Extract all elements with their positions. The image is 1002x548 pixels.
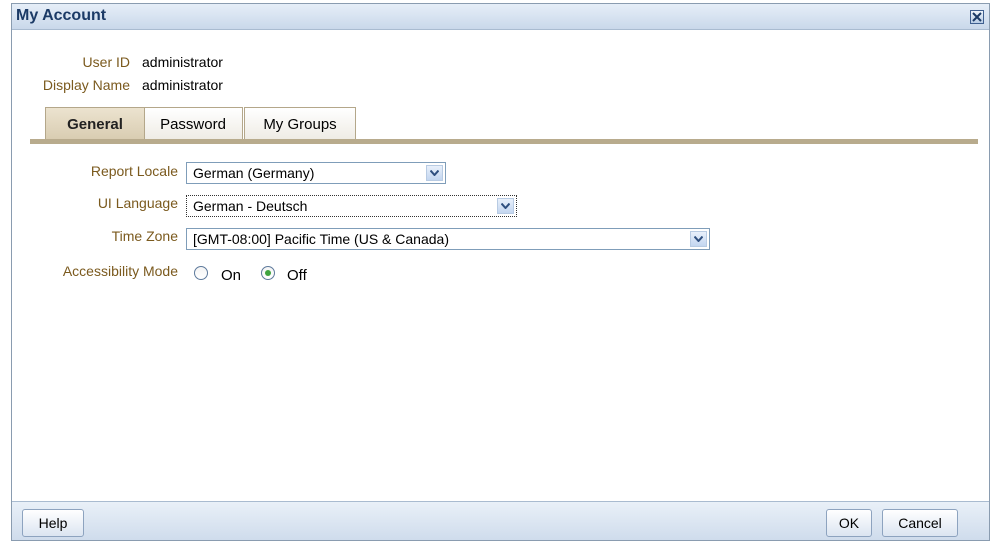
ok-button[interactable]: OK xyxy=(826,509,872,537)
display-name-label: Display Name xyxy=(42,77,130,93)
close-icon[interactable] xyxy=(970,10,984,24)
ui-language-value: German - Deutsch xyxy=(193,198,308,214)
help-button[interactable]: Help xyxy=(22,509,84,537)
cancel-button[interactable]: Cancel xyxy=(882,509,958,537)
user-id-value: administrator xyxy=(142,54,223,70)
tab-general-label: General xyxy=(67,116,123,133)
display-name-row: Display Name administrator xyxy=(12,77,412,95)
help-button-label: Help xyxy=(38,515,68,531)
chevron-down-icon[interactable] xyxy=(690,231,707,247)
my-account-dialog: My Account User ID administrator Display… xyxy=(11,3,990,541)
time-zone-value: [GMT-08:00] Pacific Time (US & Canada) xyxy=(193,231,449,247)
ui-language-select[interactable]: German - Deutsch xyxy=(186,195,517,217)
tab-password-label: Password xyxy=(160,116,226,133)
user-id-row: User ID administrator xyxy=(12,54,412,72)
report-locale-label: Report Locale xyxy=(90,163,178,179)
tab-general[interactable]: General xyxy=(45,107,145,139)
report-locale-value: German (Germany) xyxy=(193,165,315,181)
user-id-label: User ID xyxy=(82,54,130,70)
display-name-value: administrator xyxy=(142,77,223,93)
accessibility-off-radio[interactable] xyxy=(261,266,275,280)
chevron-down-icon[interactable] xyxy=(426,165,443,181)
time-zone-label: Time Zone xyxy=(111,228,178,244)
chevron-down-icon[interactable] xyxy=(497,198,514,214)
ui-language-label: UI Language xyxy=(97,195,178,211)
tab-password[interactable]: Password xyxy=(143,107,243,139)
ok-button-label: OK xyxy=(838,515,860,531)
tab-my-groups-label: My Groups xyxy=(263,116,337,133)
accessibility-on-label[interactable]: On xyxy=(221,267,241,284)
tab-my-groups[interactable]: My Groups xyxy=(244,107,356,139)
dialog-titlebar: My Account xyxy=(12,4,989,30)
report-locale-select[interactable]: German (Germany) xyxy=(186,162,446,184)
dialog-footer: Help OK Cancel xyxy=(12,501,989,540)
dialog-title: My Account xyxy=(16,7,107,24)
accessibility-mode-label: Accessibility Mode xyxy=(62,263,178,279)
accessibility-on-radio[interactable] xyxy=(194,266,208,280)
time-zone-select[interactable]: [GMT-08:00] Pacific Time (US & Canada) xyxy=(186,228,710,250)
accessibility-off-label[interactable]: Off xyxy=(287,267,307,284)
tab-bar-divider xyxy=(30,139,978,144)
cancel-button-label: Cancel xyxy=(898,515,942,531)
